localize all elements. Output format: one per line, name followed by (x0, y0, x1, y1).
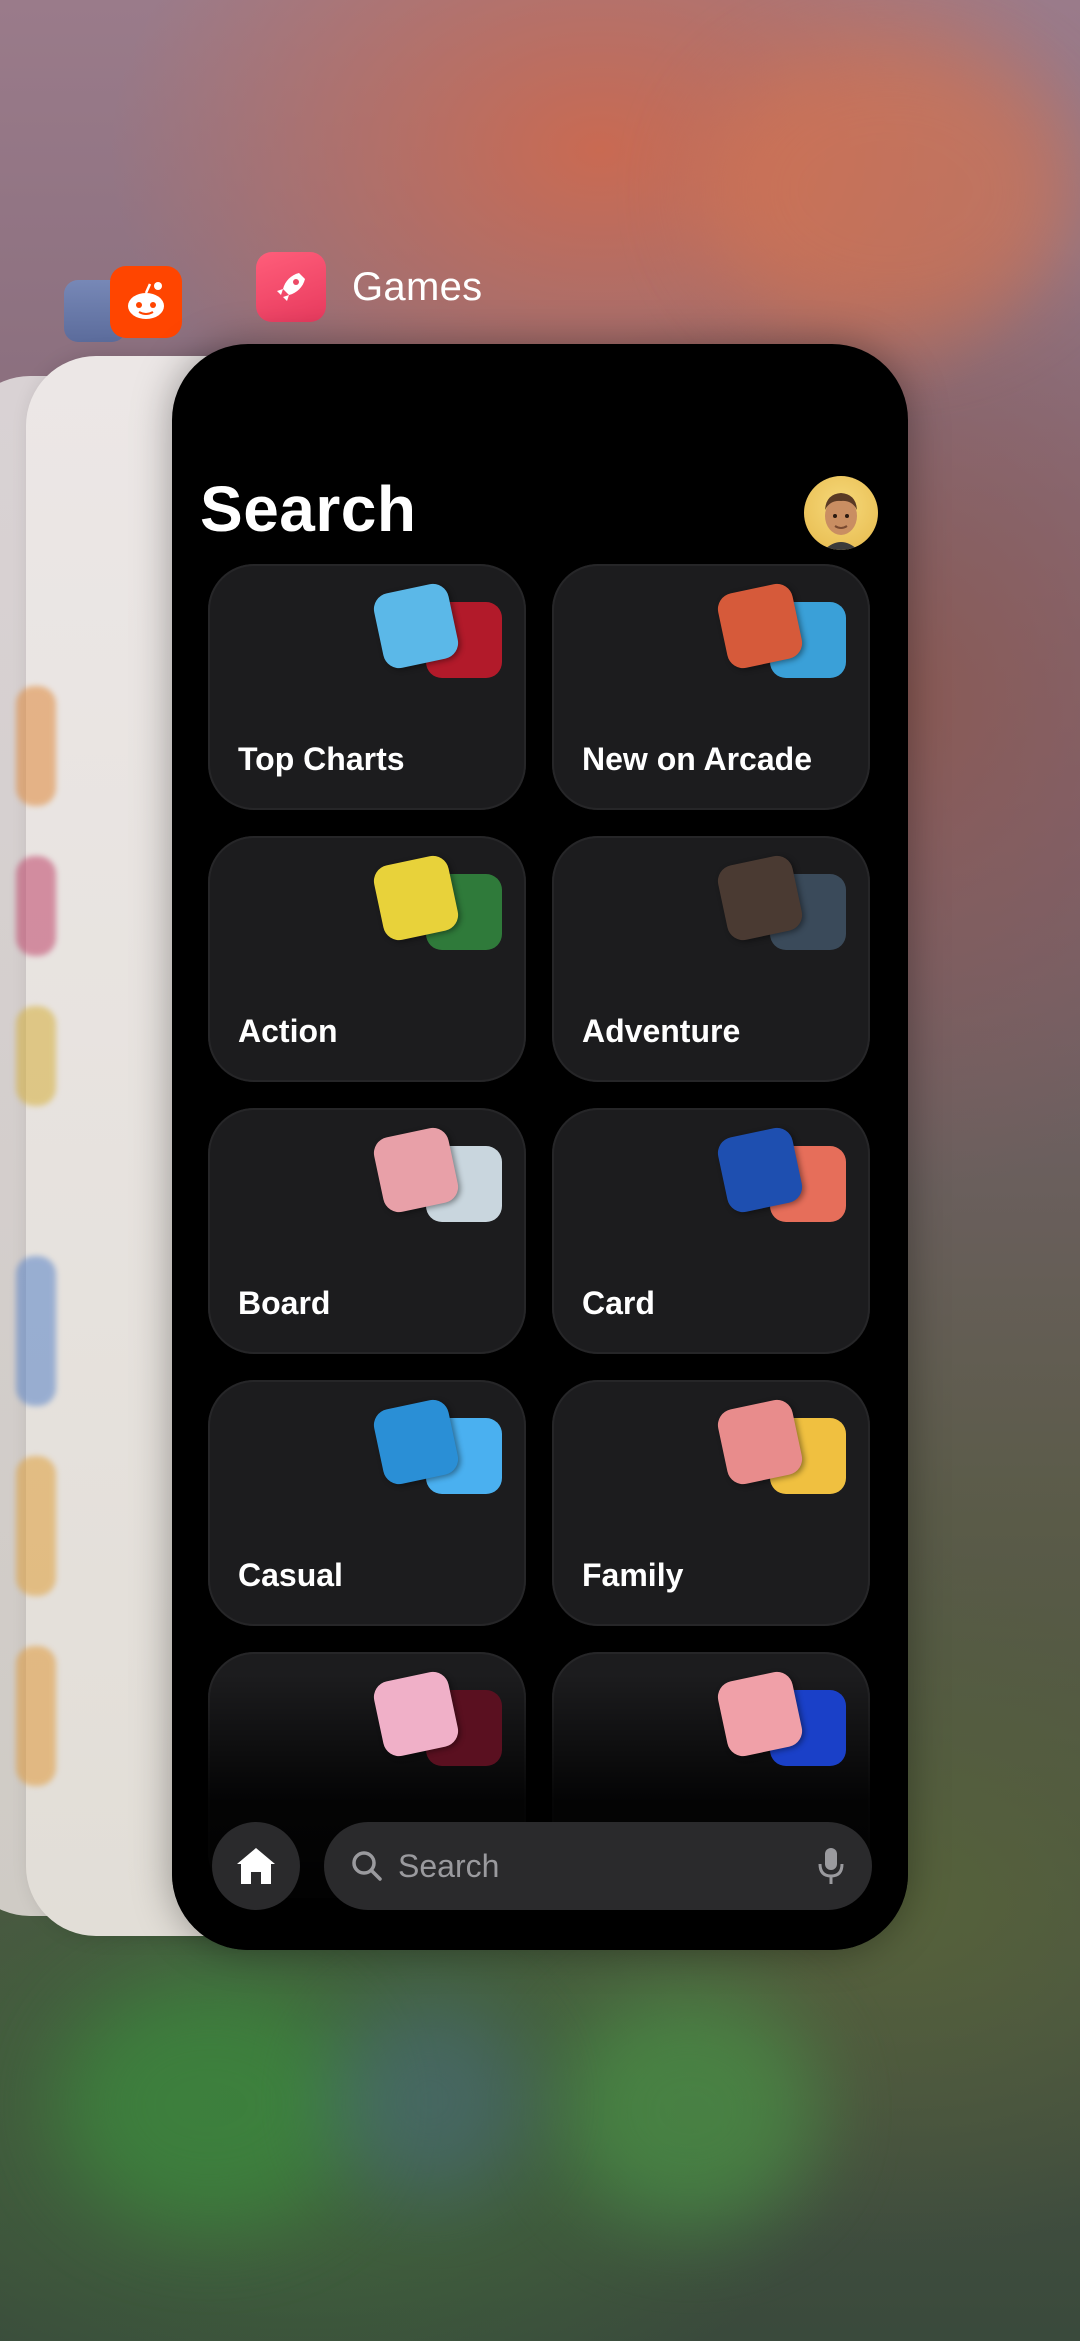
category-art (370, 1396, 508, 1500)
ghost-element (16, 1256, 56, 1406)
ghost-element (16, 1006, 56, 1106)
app-title: Games (352, 264, 483, 309)
game-icon (714, 580, 806, 672)
games-app-card[interactable]: Search Top Charts New on Arcade Action A… (172, 344, 908, 1950)
category-label: Casual (238, 1557, 343, 1593)
game-icon (370, 852, 462, 944)
current-app-label[interactable]: Games (256, 252, 482, 322)
category-label: Card (582, 1285, 655, 1321)
category-art (370, 852, 508, 956)
game-icon (370, 1396, 462, 1488)
search-icon (352, 1851, 382, 1881)
category-label: Top Charts (238, 741, 405, 777)
house-icon (237, 1848, 275, 1884)
avatar[interactable] (804, 476, 878, 550)
category-art (714, 1396, 852, 1500)
previous-apps-icons[interactable] (64, 266, 184, 356)
category-tile-card[interactable]: Card (552, 1108, 870, 1354)
category-tile-casual[interactable]: Casual (208, 1380, 526, 1626)
category-label: Action (238, 1013, 338, 1049)
category-art (714, 1124, 852, 1228)
reddit-icon[interactable] (110, 266, 182, 338)
category-tile-family[interactable]: Family (552, 1380, 870, 1626)
category-art (714, 580, 852, 684)
game-icon (370, 1124, 462, 1216)
game-icon (370, 580, 462, 672)
category-label: Family (582, 1557, 684, 1593)
game-icon (370, 1668, 462, 1760)
ghost-element (16, 856, 56, 956)
category-art (370, 580, 508, 684)
search-bar[interactable] (324, 1822, 872, 1910)
category-tile-adventure[interactable]: Adventure (552, 836, 870, 1082)
game-icon (714, 852, 806, 944)
background-blur (330, 2000, 530, 2200)
game-icon (714, 1124, 806, 1216)
ghost-element (16, 1456, 56, 1596)
category-tile-top-charts[interactable]: Top Charts (208, 564, 526, 810)
ghost-element (16, 1646, 56, 1786)
category-label: Adventure (582, 1013, 741, 1049)
game-icon (714, 1668, 806, 1760)
category-art (370, 1124, 508, 1228)
background-blur (700, 40, 1080, 340)
microphone-icon[interactable] (816, 1846, 846, 1886)
background-blur (60, 1980, 360, 2230)
page-title: Search (200, 473, 417, 545)
game-icon (714, 1396, 806, 1488)
category-art (714, 852, 852, 956)
category-tile-action[interactable]: Action (208, 836, 526, 1082)
category-tile-new-on-arcade[interactable]: New on Arcade (552, 564, 870, 810)
category-tile-board[interactable]: Board (208, 1108, 526, 1354)
rocket-icon (256, 252, 326, 322)
category-label: New on Arcade (582, 741, 812, 777)
ghost-element (16, 686, 56, 806)
search-input[interactable] (396, 1846, 780, 1886)
category-label: Board (238, 1285, 331, 1321)
home-button[interactable] (212, 1822, 300, 1910)
background-blur (560, 1990, 820, 2230)
